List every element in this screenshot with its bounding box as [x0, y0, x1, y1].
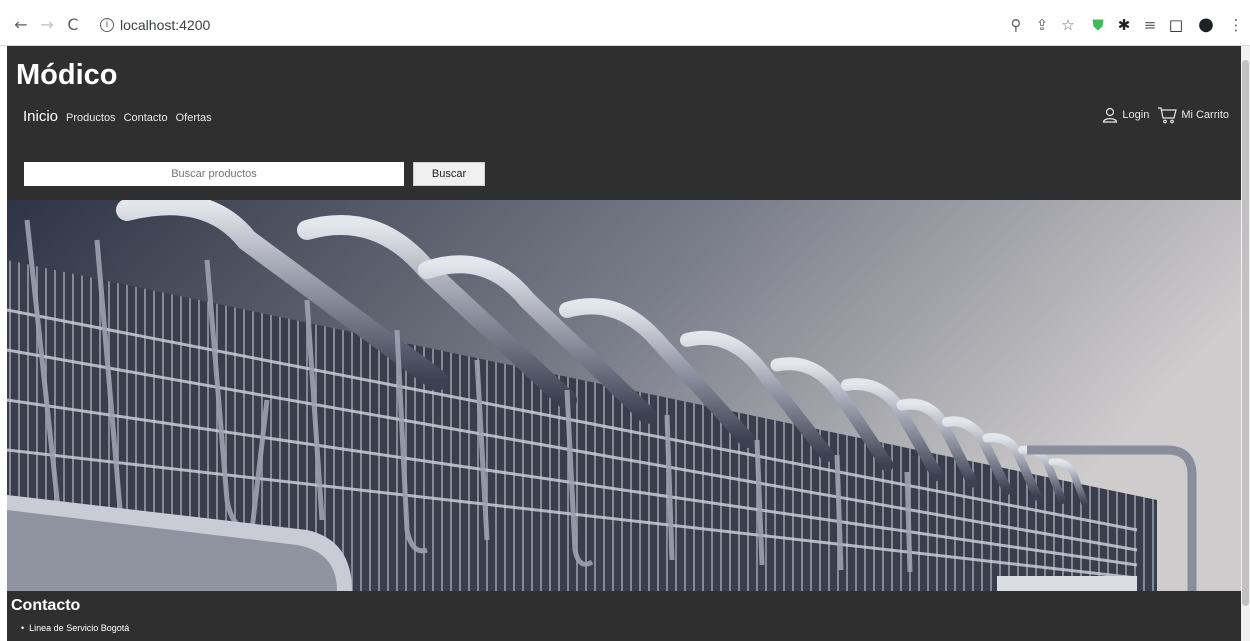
shield-extension-icon[interactable]: ⛊ [1088, 15, 1108, 35]
bookmark-star-icon[interactable]: ☆ [1058, 15, 1078, 35]
page: Módico Inicio Productos Contacto Ofertas… [7, 46, 1241, 641]
reload-icon[interactable]: C [64, 16, 82, 34]
scrollbar-thumb[interactable] [1242, 60, 1249, 606]
nav-link-contacto[interactable]: Contacto [124, 112, 168, 124]
reading-list-icon[interactable]: ≡ [1140, 15, 1160, 35]
site-info-icon[interactable]: i [100, 18, 114, 32]
nav-link-productos[interactable]: Productos [66, 112, 116, 124]
browser-menu-icon[interactable]: ⋮ [1226, 15, 1246, 35]
side-panel-icon[interactable]: □ [1166, 15, 1186, 35]
address-bar[interactable]: i localhost:4200 [96, 16, 976, 38]
extensions-icon[interactable]: ✱ [1114, 15, 1134, 35]
login-label[interactable]: Login [1122, 109, 1149, 121]
back-icon[interactable]: ← [12, 16, 30, 34]
user-icon [1103, 107, 1118, 123]
url-text[interactable]: localhost:4200 [120, 17, 210, 33]
cart-icon [1158, 107, 1178, 124]
user-nav: Login Mi Carrito [1102, 106, 1229, 124]
nav-link-ofertas[interactable]: Ofertas [176, 112, 212, 124]
brand-title[interactable]: Módico [16, 59, 118, 92]
cart-link[interactable]: Mi Carrito [1157, 106, 1229, 124]
search-button[interactable]: Buscar [413, 162, 485, 186]
nav-link-inicio[interactable]: Inicio [23, 108, 58, 125]
contact-list-item: Linea de Servicio Bogotá [21, 623, 129, 633]
contact-list: Linea de Servicio Bogotá [21, 623, 129, 633]
hero-image-shopping-carts [7, 200, 1241, 591]
zoom-icon[interactable]: ⚲ [1006, 15, 1026, 35]
browser-toolbar: ← → C i localhost:4200 ⚲ ⇪ ☆ ⛊ ✱ ≡ □ ● ⋮ [0, 0, 1250, 46]
search-input[interactable] [24, 162, 404, 186]
share-icon[interactable]: ⇪ [1032, 15, 1052, 35]
main-nav: Inicio Productos Contacto Ofertas [23, 108, 212, 125]
forward-icon[interactable]: → [38, 16, 56, 34]
contact-heading: Contacto [11, 597, 81, 614]
cart-label[interactable]: Mi Carrito [1181, 109, 1229, 121]
login-link[interactable]: Login [1102, 107, 1149, 123]
contact-section: Contacto Linea de Servicio Bogotá [7, 591, 1241, 641]
profile-avatar-icon[interactable]: ● [1196, 15, 1216, 35]
page-scrollbar[interactable] [1241, 46, 1250, 641]
